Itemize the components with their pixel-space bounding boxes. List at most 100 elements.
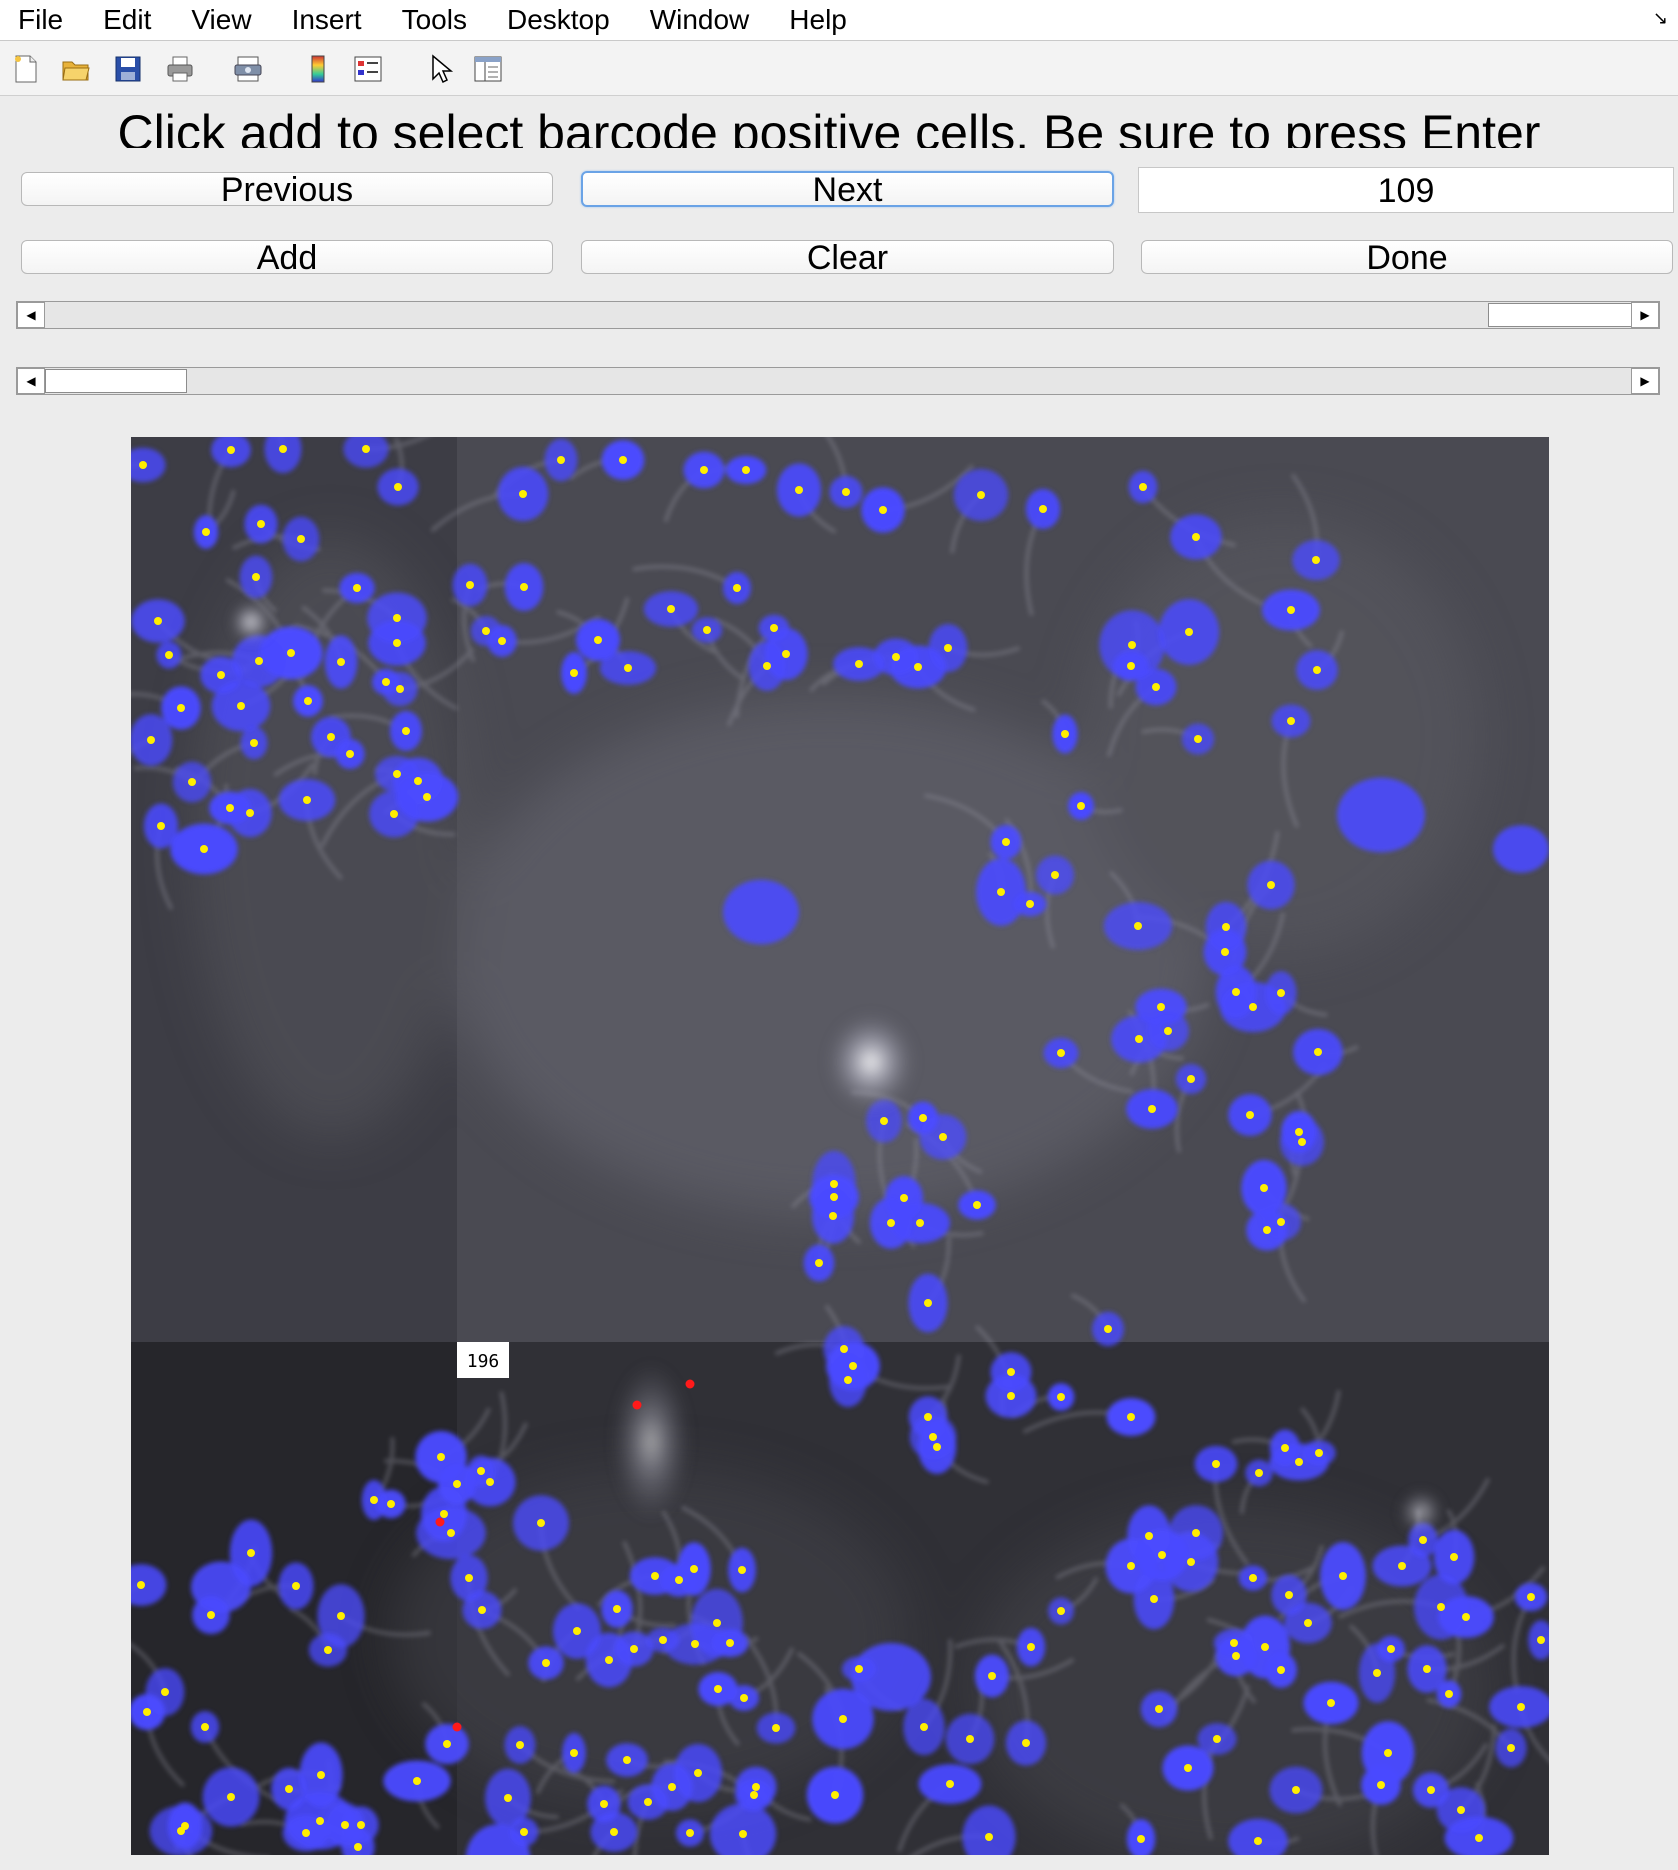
cell-marker-dot[interactable] [763,662,771,670]
cell-marker-dot[interactable] [1127,1413,1135,1421]
cell-marker-dot[interactable] [1260,1184,1268,1192]
cell-marker-dot[interactable] [887,1219,895,1227]
cell-marker-dot[interactable] [750,1791,758,1799]
cell-marker-dot[interactable] [667,605,675,613]
cell-marker-dot[interactable] [686,1829,694,1837]
property-inspector-icon[interactable] [472,53,504,85]
slider-left-arrow-icon[interactable]: ◀ [17,302,45,328]
cell-marker-dot[interactable] [977,491,985,499]
cell-marker-dot[interactable] [829,1212,837,1220]
cell-marker-dot[interactable] [181,1822,189,1830]
cell-marker-dot[interactable] [659,1636,667,1644]
cell-marker-dot[interactable] [1027,1643,1035,1651]
cell-marker-dot[interactable] [691,1640,699,1648]
cell-marker-dot[interactable] [1255,1469,1263,1477]
slider-right-arrow-icon[interactable]: ▶ [1631,368,1659,394]
menu-window[interactable]: Window [630,0,770,40]
cell-marker-dot[interactable] [337,1612,345,1620]
menu-edit[interactable]: Edit [83,0,171,40]
cell-marker-dot[interactable] [1419,1536,1427,1544]
cell-marker-dot[interactable] [1315,1449,1323,1457]
cell-marker-dot[interactable] [1287,717,1295,725]
cell-marker-dot[interactable] [1212,1460,1220,1468]
cell-marker-dot[interactable] [668,1783,676,1791]
cell-marker-dot[interactable] [1077,802,1085,810]
cell-marker-dot[interactable] [1007,1368,1015,1376]
cell-marker-dot[interactable] [1158,1551,1166,1559]
cell-marker-dot[interactable] [713,1619,721,1627]
cell-marker-dot[interactable] [1437,1603,1445,1611]
cell-marker-dot[interactable] [613,1605,621,1613]
cell-marker-dot[interactable] [362,445,370,453]
cell-marker-dot[interactable] [297,535,305,543]
cell-marker-dot[interactable] [1104,1325,1112,1333]
cell-marker-dot[interactable] [227,1793,235,1801]
cell-marker-dot[interactable] [1139,483,1147,491]
cell-marker-dot[interactable] [795,486,803,494]
cell-marker-dot[interactable] [830,1180,838,1188]
cell-marker-dot[interactable] [900,1194,908,1202]
cell-marker-dot[interactable] [1457,1806,1465,1814]
cell-marker-dot[interactable] [1527,1593,1535,1601]
cell-marker-dot[interactable] [396,685,404,693]
cell-marker-dot[interactable] [226,804,234,812]
colorbar-icon[interactable] [302,53,334,85]
cell-marker-dot[interactable] [944,644,952,652]
cell-marker-dot[interactable] [279,445,287,453]
cell-marker-dot[interactable] [1384,1749,1392,1757]
cell-marker-dot[interactable] [920,1723,928,1731]
cell-marker-dot[interactable] [1246,1111,1254,1119]
cell-marker-dot[interactable] [353,584,361,592]
cell-marker-dot[interactable] [486,1478,494,1486]
cell-marker-dot[interactable] [879,506,887,514]
add-button[interactable]: Add [21,240,553,275]
cell-marker-dot[interactable] [1187,1558,1195,1566]
cell-marker-dot[interactable] [973,1201,981,1209]
cell-marker-dot[interactable] [393,639,401,647]
cell-marker-dot[interactable] [782,650,790,658]
cell-marker-dot[interactable] [453,1480,461,1488]
cell-marker-dot[interactable] [1475,1834,1483,1842]
cell-marker-dot[interactable] [252,573,260,581]
cell-marker-dot[interactable] [1462,1613,1470,1621]
cell-marker-dot[interactable] [1327,1699,1335,1707]
cell-marker-dot[interactable] [1057,1049,1065,1057]
cell-marker-dot[interactable] [839,1715,847,1723]
cell-marker-dot[interactable] [1145,1532,1153,1540]
cell-marker-dot[interactable] [1152,683,1160,691]
cell-marker-dot[interactable] [733,584,741,592]
cell-marker-dot[interactable] [1304,1619,1312,1627]
cell-marker-dot[interactable] [217,671,225,679]
cell-marker-dot[interactable] [188,778,196,786]
cell-marker-dot[interactable] [465,1574,473,1582]
clear-button[interactable]: Clear [581,240,1114,275]
cell-marker-dot[interactable] [292,1582,300,1590]
cell-marker-dot[interactable] [1185,628,1193,636]
cell-marker-dot[interactable] [924,1299,932,1307]
cell-marker-dot[interactable] [143,1708,151,1716]
cell-marker-dot[interactable] [466,581,474,589]
slider-thumb[interactable] [45,369,187,393]
horizontal-slider-2[interactable]: ◀ ▶ [16,367,1660,395]
pointer-icon[interactable] [424,53,456,85]
cell-marker-dot[interactable] [304,697,312,705]
cell-marker-dot[interactable] [946,1780,954,1788]
cell-marker-dot[interactable] [207,1611,215,1619]
cell-marker-dot[interactable] [1281,1444,1289,1452]
menu-help[interactable]: Help [769,0,867,40]
cell-marker-dot[interactable] [443,1740,451,1748]
cell-marker-dot[interactable] [929,1433,937,1441]
cell-marker-dot[interactable] [924,1413,932,1421]
cell-marker-dot[interactable] [703,626,711,634]
cell-marker-dot[interactable] [1423,1665,1431,1673]
cell-marker-dot[interactable] [985,1833,993,1841]
cell-marker-dot[interactable] [966,1735,974,1743]
selected-cell-marker[interactable] [632,1400,642,1410]
cell-marker-dot[interactable] [1450,1553,1458,1561]
selected-cell-marker[interactable] [435,1517,445,1527]
cell-marker-dot[interactable] [594,636,602,644]
cell-marker-dot[interactable] [623,1756,631,1764]
cell-marker-dot[interactable] [482,627,490,635]
cell-marker-dot[interactable] [250,739,258,747]
cell-marker-dot[interactable] [1026,900,1034,908]
